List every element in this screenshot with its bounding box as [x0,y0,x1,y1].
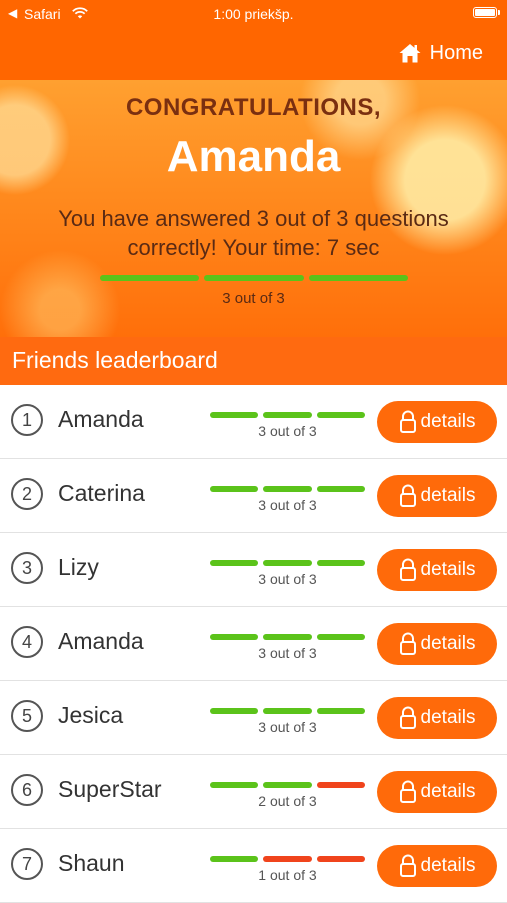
details-label: details [420,559,476,580]
details-label: details [420,707,476,728]
friend-name: Jesica [58,702,124,728]
result-message: You have answered 3 out of 3 questions c… [58,206,449,260]
lock-icon [399,854,416,877]
details-label: details [420,781,476,802]
home-label: Home [429,41,483,64]
friend-score: 2 out of 3 [258,793,317,809]
answer-progress-bar [210,708,365,714]
leaderboard-header: Friends leaderboard [0,337,507,385]
answer-segment [210,486,259,492]
answer-segment [263,412,312,418]
answer-segment [210,708,259,714]
friend-score: 3 out of 3 [258,571,317,587]
answer-progress-bar [210,486,365,492]
home-button[interactable]: Home [398,38,483,68]
friend-score: 3 out of 3 [258,423,317,439]
leaderboard-row: 4 Amanda 3 out of 3 details [0,607,507,681]
answer-segment [263,708,312,714]
friend-name: Caterina [58,480,145,506]
friend-name: Shaun [58,850,125,876]
leaderboard-row: 7 Shaun 1 out of 3 details [0,829,507,903]
friend-score: 1 out of 3 [258,867,317,883]
leaderboard-list: 1 Amanda 3 out of 3 details 2 Caterina 3 out o… [0,385,507,903]
status-bar: ◀ Safari 1:00 priekšp. [0,0,507,28]
lock-icon [399,632,416,655]
answer-segment [210,856,259,862]
rank-badge: 4 [11,626,43,658]
rank-badge: 1 [11,404,43,436]
answer-segment [263,634,312,640]
details-button[interactable]: details [377,401,497,443]
details-label: details [420,485,476,506]
details-label: details [420,633,476,654]
answer-segment [316,634,365,640]
details-label: details [420,411,476,432]
rank-badge: 6 [11,774,43,806]
answer-segment [210,634,259,640]
answer-segment [316,412,365,418]
nav-bar: Home [0,28,507,80]
lock-icon [399,706,416,729]
answer-segment [316,856,365,862]
friend-score: 3 out of 3 [258,497,317,513]
answer-segment [210,560,259,566]
rank-badge: 5 [11,700,43,732]
friend-score: 3 out of 3 [258,645,317,661]
answer-progress-bar [210,782,365,788]
leaderboard-row: 3 Lizy 3 out of 3 details [0,533,507,607]
answer-segment [210,782,259,788]
details-button[interactable]: details [377,475,497,517]
answer-segment [210,412,259,418]
friend-name: Amanda [58,628,144,654]
details-button[interactable]: details [377,845,497,887]
result-banner: CONGRATULATIONS, Amanda You have answere… [0,80,507,337]
answer-progress-bar [210,856,365,862]
friend-name: SuperStar [58,776,162,802]
friend-name: Amanda [58,406,144,432]
answer-segment [316,560,365,566]
battery-icon [473,7,500,18]
answer-segment [263,782,312,788]
answer-progress-bar [210,634,365,640]
details-button[interactable]: details [377,623,497,665]
rank-badge: 3 [11,552,43,584]
answer-segment [316,782,365,788]
leaderboard-title: Friends leaderboard [12,347,218,373]
answer-segment [316,708,365,714]
details-button[interactable]: details [377,549,497,591]
leaderboard-row: 5 Jesica 3 out of 3 details [0,681,507,755]
answer-segment [263,856,312,862]
details-button[interactable]: details [377,771,497,813]
progress-segment [308,275,408,281]
lock-icon [399,410,416,433]
progress-segment [100,275,200,281]
leaderboard-row: 6 SuperStar 2 out of 3 details [0,755,507,829]
friend-score: 3 out of 3 [258,719,317,735]
answer-progress-bar [210,412,365,418]
rank-badge: 7 [11,848,43,880]
details-label: details [420,855,476,876]
lock-icon [399,780,416,803]
answer-segment [263,486,312,492]
clock: 1:00 priekšp. [213,6,294,22]
congratulations-headline: CONGRATULATIONS, [125,94,382,121]
details-button[interactable]: details [377,697,497,739]
lock-icon [399,484,416,507]
answer-segment [263,560,312,566]
progress-segment [204,275,304,281]
result-score: 3 out of 3 [222,290,285,307]
house-icon [399,44,421,63]
answer-progress-bar [210,560,365,566]
rank-badge: 2 [11,478,43,510]
answer-segment [316,486,365,492]
lock-icon [399,558,416,581]
leaderboard-row: 2 Caterina 3 out of 3 details [0,459,507,533]
player-name: Amanda [166,132,341,181]
result-progress-bar [100,275,408,281]
leaderboard-row: 1 Amanda 3 out of 3 details [0,385,507,459]
friend-name: Lizy [58,554,99,580]
